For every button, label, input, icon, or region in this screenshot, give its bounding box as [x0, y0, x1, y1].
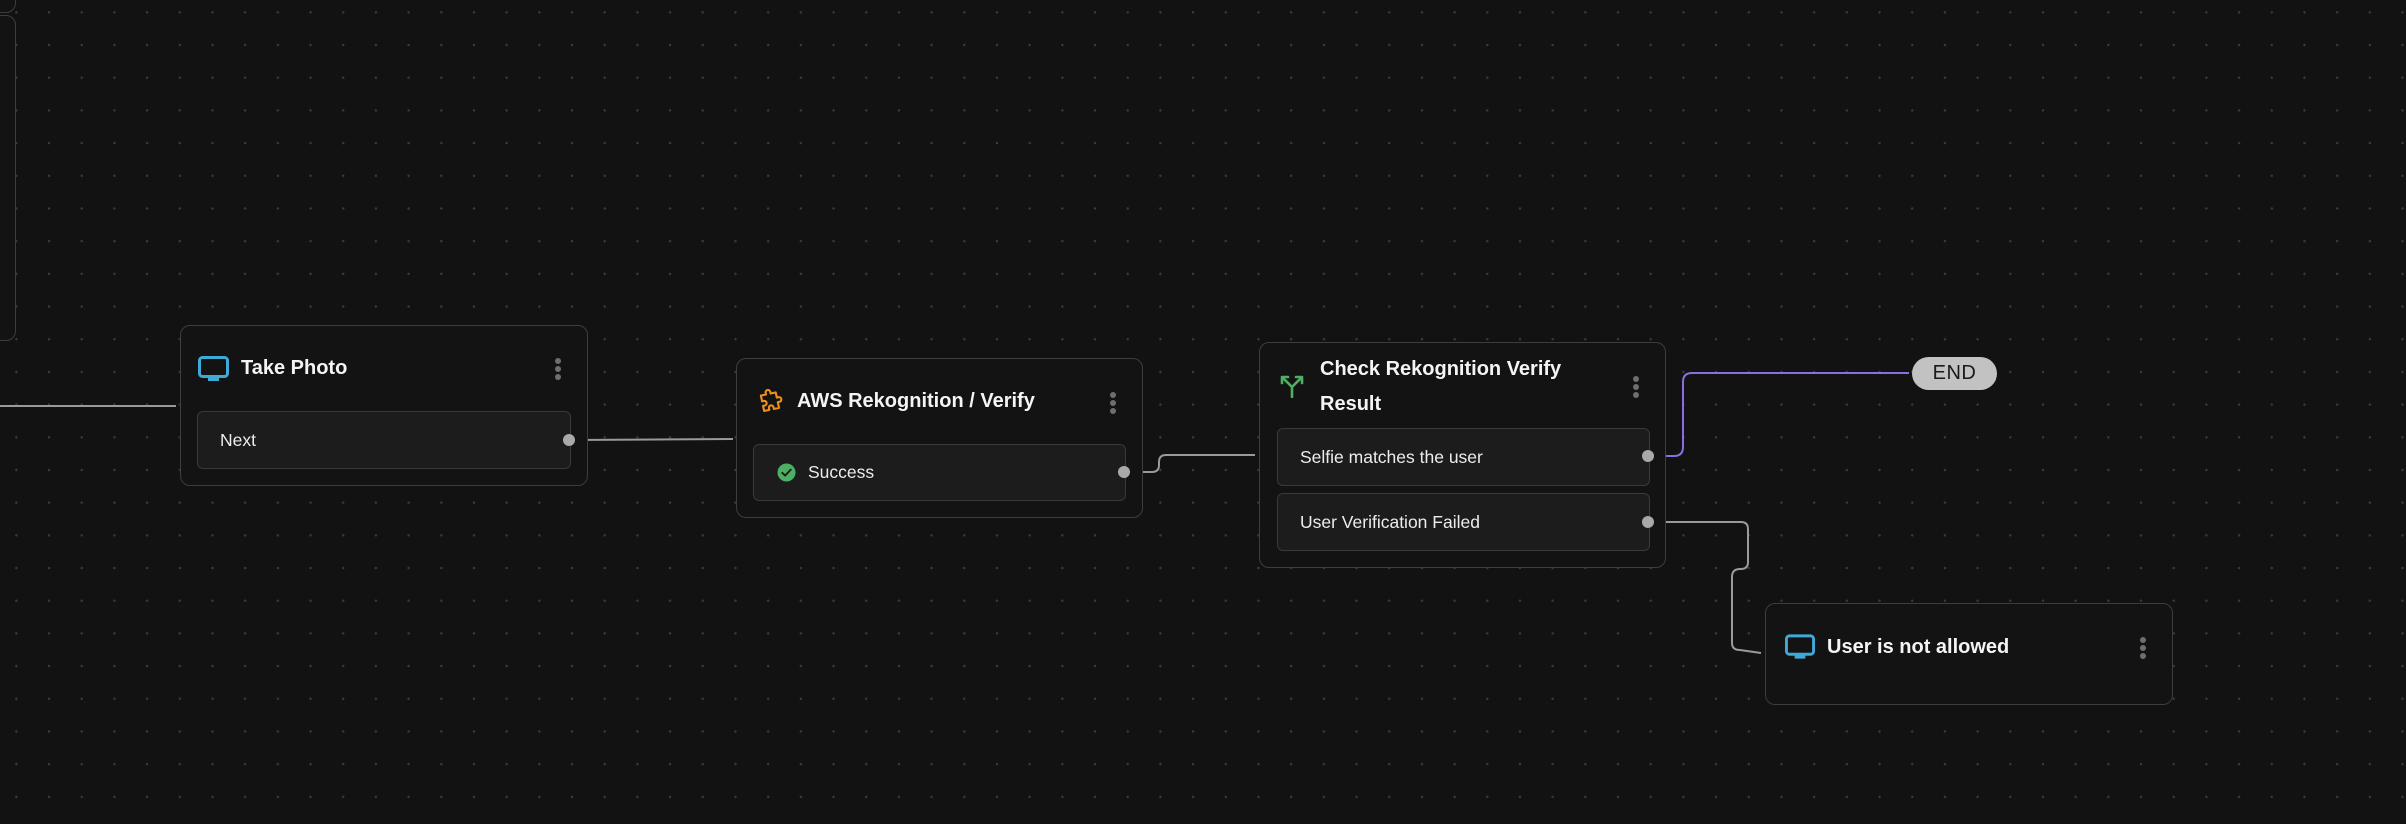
output-handle-selfie-matches[interactable]	[1642, 450, 1654, 462]
node-title-line2: Result	[1320, 393, 1382, 415]
output-verification-failed[interactable]: User Verification Failed	[1277, 493, 1650, 551]
output-label: User Verification Failed	[1300, 511, 1480, 532]
output-success[interactable]: Success	[753, 444, 1126, 501]
offscreen-node-left[interactable]	[0, 15, 16, 341]
output-handle-success[interactable]	[1118, 466, 1130, 478]
flow-canvas[interactable]: Take Photo Next AWS Rekognition / Verify…	[0, 0, 2406, 824]
output-label: Selfie matches the user	[1300, 446, 1483, 467]
output-next[interactable]: Next	[197, 411, 571, 469]
offscreen-node-top[interactable]	[0, 0, 16, 13]
more-options-icon[interactable]	[554, 358, 562, 382]
output-handle-verification-failed[interactable]	[1642, 516, 1654, 528]
node-user-not-allowed[interactable]: User is not allowed	[1765, 603, 2173, 705]
node-title: User is not allowed	[1827, 636, 2010, 658]
output-label: Next	[220, 429, 256, 450]
output-handle-next[interactable]	[563, 434, 575, 446]
node-title: AWS Rekognition / Verify	[797, 390, 1035, 412]
check-circle-icon	[777, 463, 796, 482]
split-icon	[1280, 375, 1304, 398]
more-options-icon[interactable]	[1109, 392, 1117, 416]
output-selfie-matches[interactable]: Selfie matches the user	[1277, 428, 1650, 486]
node-aws-rekognition[interactable]: AWS Rekognition / Verify Success	[736, 358, 1143, 518]
node-check-rekognition-result[interactable]: Check Rekognition Verify Result Selfie m…	[1259, 342, 1666, 568]
puzzle-icon	[759, 388, 783, 413]
node-title-line1: Check Rekognition Verify	[1320, 358, 1562, 380]
edge-selfie-match-to-end[interactable]	[1648, 372, 1909, 457]
edge-take-photo-to-aws[interactable]	[569, 438, 734, 441]
output-label: Success	[808, 462, 875, 482]
edge-aws-to-check[interactable]	[1124, 454, 1255, 473]
more-options-icon[interactable]	[2139, 637, 2147, 661]
node-take-photo[interactable]: Take Photo Next	[180, 325, 588, 486]
monitor-icon	[198, 356, 229, 381]
more-options-icon[interactable]	[1632, 376, 1640, 400]
node-title: Take Photo	[241, 357, 348, 379]
end-label: END	[1932, 362, 1977, 384]
end-node[interactable]: END	[1912, 357, 1997, 390]
monitor-icon	[1785, 634, 1815, 659]
